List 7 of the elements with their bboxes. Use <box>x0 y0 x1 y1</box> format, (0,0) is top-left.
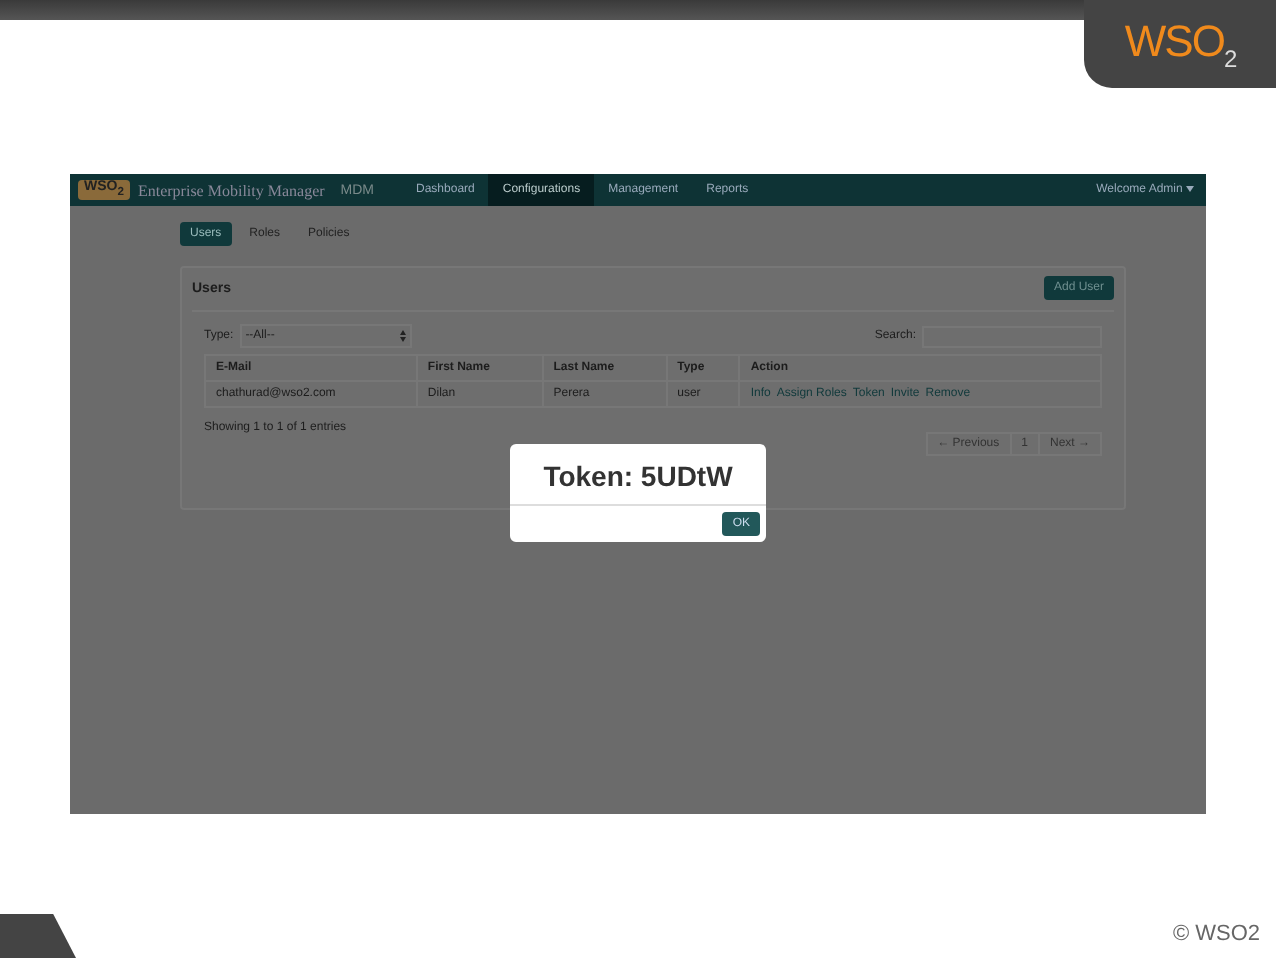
dialog-title: Token: 5UDtW <box>510 444 766 506</box>
caret-icon <box>1186 186 1194 192</box>
corner-shape <box>0 914 76 958</box>
wso2-logo: WSO$_{2}$ <box>1124 15 1236 73</box>
copyright: © WSO2 <box>1172 922 1260 946</box>
app-title: Enterprise Mobility Manager <box>137 181 325 199</box>
up-down-arrows-icon <box>399 330 406 342</box>
